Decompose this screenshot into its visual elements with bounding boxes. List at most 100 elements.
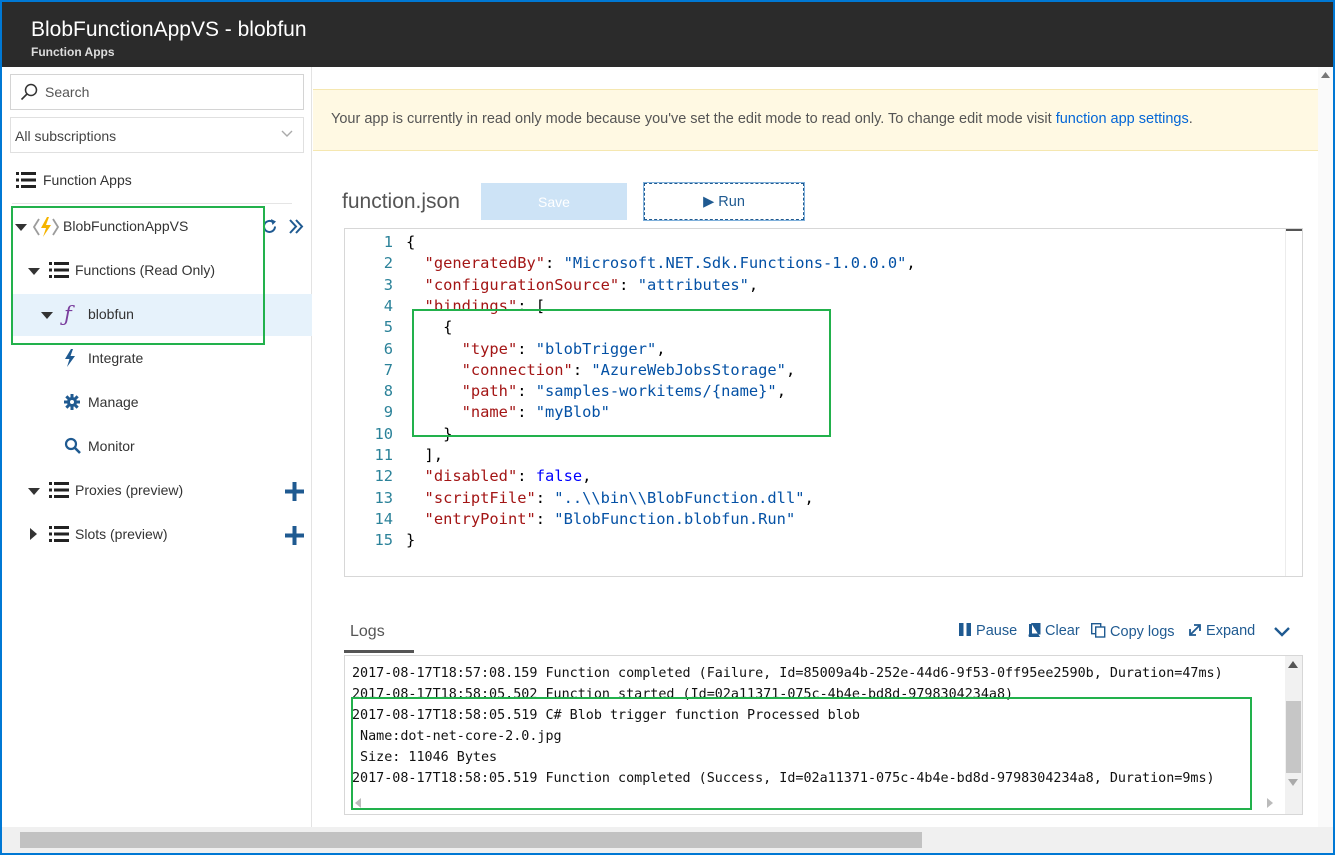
pause-button[interactable]: Pause <box>959 623 1017 639</box>
sidebar-item-slots[interactable]: Slots (preview) <box>2 514 312 554</box>
read-only-banner: Your app is currently in read only mode … <box>313 89 1333 151</box>
json-key: "configurationSource" <box>424 275 620 294</box>
json-value: "BlobFunction.blobfun.Run" <box>554 509 796 528</box>
run-button[interactable]: ▶ Run <box>643 182 805 221</box>
json-key: "scriptFile" <box>424 488 536 507</box>
add-slot-icon[interactable] <box>285 526 304 545</box>
list-icon <box>16 172 36 188</box>
line-number: 5 <box>383 318 393 337</box>
expand-arrow-icon <box>28 488 40 495</box>
line-number: 12 <box>374 467 393 486</box>
line-number: 11 <box>374 446 393 464</box>
top-bar: BlobFunctionAppVS - blobfun Function App… <box>2 2 1333 67</box>
code-line: "configurationSource": "attributes", <box>424 275 759 294</box>
code-line: "entryPoint": "BlobFunction.blobfun.Run" <box>424 509 796 528</box>
line-number: 15 <box>374 531 393 550</box>
chevron-down-icon <box>281 130 293 137</box>
sidebar-item-label: Proxies (preview) <box>75 482 184 498</box>
scroll-up-icon[interactable] <box>1288 661 1298 668</box>
save-button[interactable]: Save <box>481 183 627 220</box>
editor-ruler <box>1285 229 1286 576</box>
line-number: 14 <box>374 509 393 528</box>
json-value: "..\\bin\\BlobFunction.dll" <box>554 488 805 507</box>
code-line: } <box>406 531 416 550</box>
sidebar-item-manage[interactable]: Manage <box>2 382 292 422</box>
editor-file-title: function.json <box>342 190 460 213</box>
chevron-down-icon[interactable] <box>1274 627 1290 637</box>
tab-logs-label: Logs <box>350 623 385 640</box>
play-icon: ▶ <box>703 193 715 210</box>
scroll-up-icon[interactable] <box>1321 72 1330 78</box>
copy-logs-button[interactable]: Copy logs <box>1090 622 1175 640</box>
subscription-dropdown[interactable]: All subscriptions <box>10 117 304 153</box>
horizontal-scrollbar[interactable] <box>2 827 1333 853</box>
expand-button[interactable]: Expand <box>1188 623 1255 639</box>
line-number: 10 <box>374 424 393 443</box>
line-number: 1 <box>383 233 393 251</box>
app-window: BlobFunctionAppVS - blobfun Function App… <box>2 2 1333 853</box>
book-icon <box>1028 622 1041 638</box>
banner-text: Your app is currently in read only mode … <box>331 111 1056 127</box>
json-value: false <box>535 467 583 486</box>
function-app-settings-link[interactable]: function app settings <box>1056 111 1189 127</box>
sidebar-item-function-apps[interactable]: Function Apps <box>2 160 292 200</box>
gear-icon <box>64 394 80 410</box>
json-key: "disabled" <box>424 467 518 486</box>
add-proxy-icon[interactable] <box>285 482 304 501</box>
horizontal-scroll-thumb[interactable] <box>20 832 922 848</box>
sidebar-item-label: Manage <box>88 394 139 410</box>
page-scrollbar[interactable] <box>1318 67 1333 827</box>
line-number: 3 <box>383 275 393 294</box>
lightning-icon <box>65 349 75 367</box>
line-number: 7 <box>383 360 393 379</box>
scroll-right-icon[interactable] <box>1267 798 1273 808</box>
clear-label: Clear <box>1045 623 1080 639</box>
sidebar-item-label: Monitor <box>88 438 135 454</box>
search-placeholder: Search <box>45 84 90 100</box>
sidebar-item-proxies[interactable]: Proxies (preview) <box>2 470 312 510</box>
search-input[interactable]: Search <box>10 74 304 110</box>
json-value: "Microsoft.NET.Sdk.Functions-1.0.0.0" <box>563 254 907 273</box>
pause-label: Pause <box>976 623 1018 639</box>
clear-button[interactable]: Clear <box>1028 622 1080 639</box>
log-scroll-thumb[interactable] <box>1286 701 1301 773</box>
line-number: 9 <box>383 403 393 422</box>
sidebar-item-label: Slots (preview) <box>75 526 168 542</box>
run-label: Run <box>718 193 745 210</box>
expand-label: Expand <box>1206 623 1256 639</box>
code-line: ], <box>406 446 444 464</box>
copy-logs-label: Copy logs <box>1110 624 1175 640</box>
pause-icon <box>959 623 971 636</box>
sidebar: Search All subscriptions Function Apps B… <box>2 67 312 827</box>
copy-icon <box>1090 622 1106 638</box>
main-panel: Your app is currently in read only mode … <box>313 67 1333 827</box>
banner-suffix: . <box>1188 111 1193 127</box>
code-line: { <box>406 233 416 251</box>
line-number: 8 <box>383 382 393 401</box>
line-number: 2 <box>383 254 393 273</box>
code-line: "generatedBy": "Microsoft.NET.Sdk.Functi… <box>424 254 916 273</box>
line-number: 13 <box>374 488 393 507</box>
sidebar-item-monitor[interactable]: Monitor <box>2 426 292 466</box>
page-title: BlobFunctionAppVS - blobfun <box>31 18 307 41</box>
expand-arrow-icon <box>30 528 37 540</box>
scroll-down-icon[interactable] <box>1288 779 1298 786</box>
tab-logs[interactable]: Logs <box>344 615 414 653</box>
json-value: "attributes" <box>637 275 749 294</box>
json-key: "generatedBy" <box>424 254 546 273</box>
collapse-icon[interactable] <box>288 219 304 234</box>
line-number: 6 <box>383 339 393 358</box>
code-line: "disabled": false, <box>424 467 592 486</box>
search-icon <box>20 83 38 101</box>
log-scrollbar[interactable] <box>1285 656 1302 814</box>
subscription-label: All subscriptions <box>15 128 117 144</box>
page-subtitle: Function Apps <box>31 45 115 59</box>
editor-scroll-marker <box>1286 229 1302 231</box>
json-key: "entryPoint" <box>424 509 536 528</box>
code-line: "scriptFile": "..\\bin\\BlobFunction.dll… <box>424 488 814 507</box>
list-icon <box>49 482 69 498</box>
highlight-box <box>11 206 265 345</box>
expand-icon <box>1189 624 1201 636</box>
log-line: 2017-08-17T18:57:08.159 Function complet… <box>352 666 1223 681</box>
list-icon <box>49 526 69 542</box>
